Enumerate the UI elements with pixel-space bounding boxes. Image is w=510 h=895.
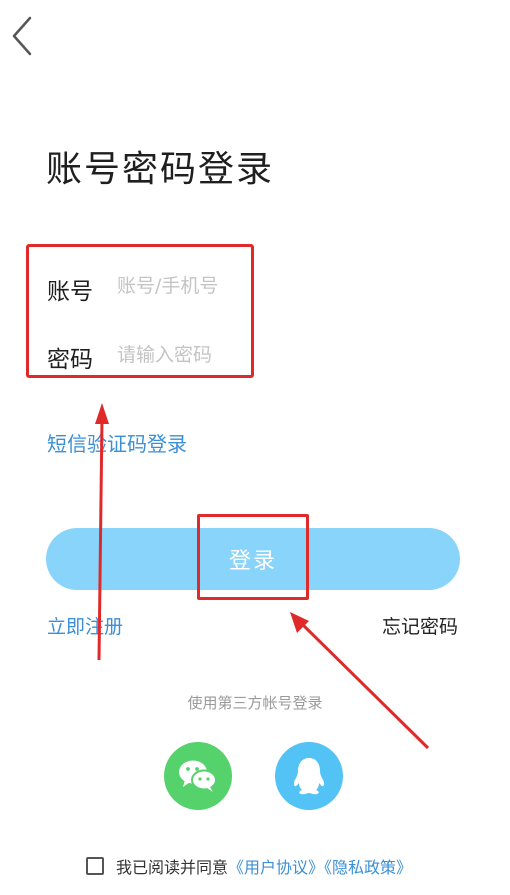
sms-login-link[interactable]: 短信验证码登录 <box>47 428 187 457</box>
login-button[interactable]: 登录 <box>46 528 460 590</box>
agreement-prefix: 我已阅读并同意 <box>116 858 229 877</box>
form-highlight-box <box>26 244 254 378</box>
wechat-icon <box>179 760 217 792</box>
forgot-password-link[interactable]: 忘记密码 <box>382 612 458 639</box>
third-party-login-label: 使用第三方帐号登录 <box>187 694 323 712</box>
qq-icon <box>293 758 325 795</box>
back-button[interactable] <box>8 14 38 58</box>
user-agreement-link[interactable]: 《用户协议》 <box>228 858 324 877</box>
register-link[interactable]: 立即注册 <box>47 612 123 639</box>
privacy-policy-link[interactable]: 《隐私政策》 <box>324 858 412 877</box>
wechat-login-button[interactable] <box>164 742 232 810</box>
qq-login-button[interactable] <box>275 742 343 810</box>
agreement-checkbox[interactable] <box>86 857 104 875</box>
page-title: 账号密码登录 <box>46 149 275 190</box>
chevron-left-icon <box>12 16 32 56</box>
login-button-label: 登录 <box>228 548 277 573</box>
agreement-row: 我已阅读并同意《用户协议》《隐私政策》 <box>86 854 412 878</box>
